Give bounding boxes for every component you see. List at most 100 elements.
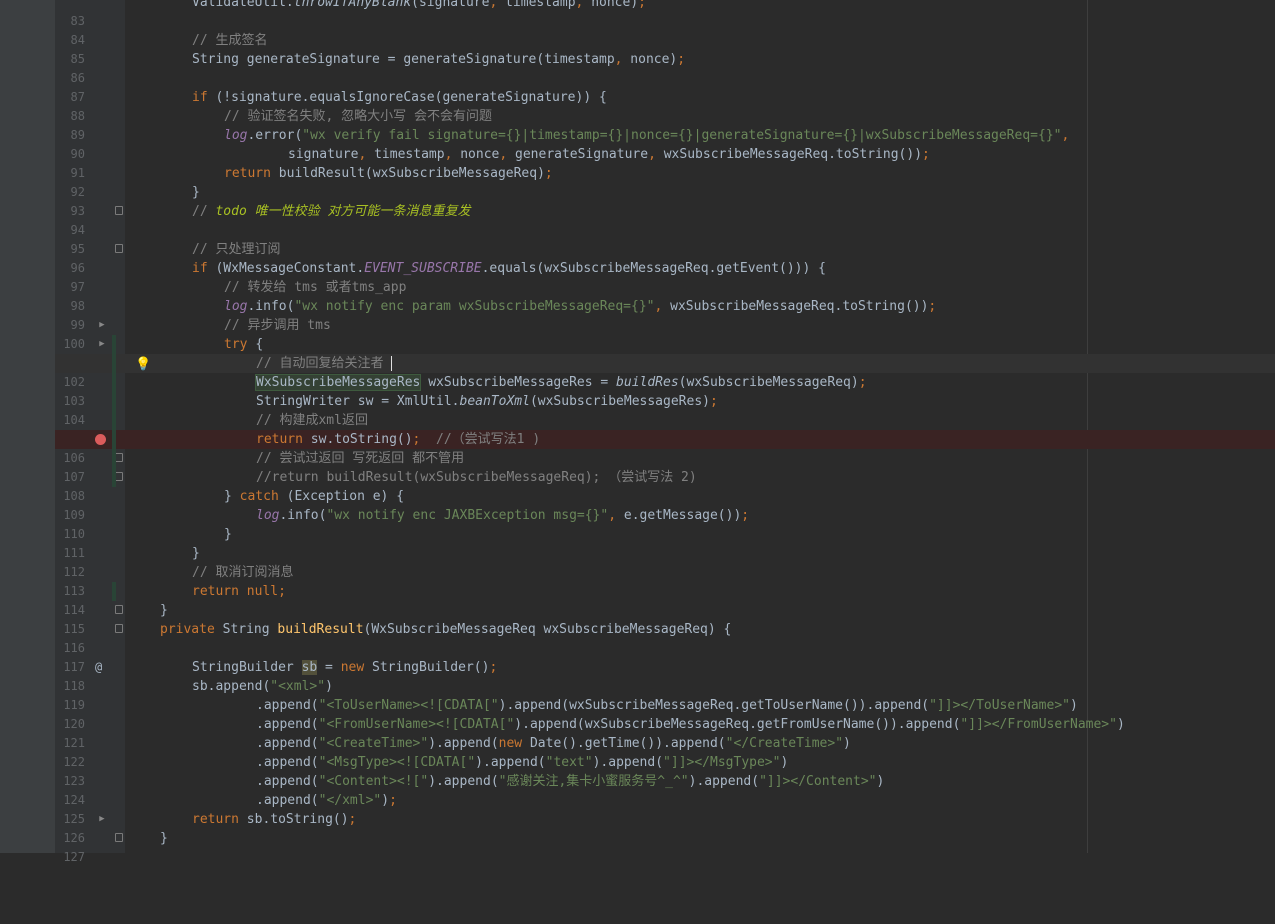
code-text[interactable]: // 只处理订阅: [160, 240, 280, 259]
change-marker[interactable]: [112, 373, 116, 392]
code-text[interactable]: sb.append("<xml>"): [160, 677, 333, 696]
fold-marker-icon[interactable]: [115, 472, 123, 481]
code-line[interactable]: 110 log.info("wx notify enc JAXBExceptio…: [55, 506, 1275, 541]
code-line[interactable]: 96 // 只处理订阅: [55, 240, 1275, 275]
change-marker[interactable]: [112, 449, 116, 468]
code-line[interactable]: 119 sb.append("<xml>"): [55, 677, 1275, 712]
code-text[interactable]: log.error("wx verify fail signature={}|t…: [160, 126, 1069, 145]
code-text[interactable]: ValidateUtil.throwIfAnyBlank(signature, …: [160, 0, 646, 12]
code-text[interactable]: }: [160, 183, 200, 202]
code-text[interactable]: StringWriter sw = XmlUtil.beanToXml(wxSu…: [160, 392, 718, 411]
fold-marker-icon[interactable]: [115, 206, 123, 215]
change-marker[interactable]: [112, 468, 116, 487]
code-line[interactable]: 90 log.error("wx verify fail signature={…: [55, 126, 1275, 161]
code-line[interactable]: 87: [55, 69, 1275, 104]
code-line[interactable]: 127 }: [55, 829, 1275, 864]
code-text[interactable]: .append("<CreateTime>").append(new Date(…: [160, 734, 851, 753]
code-text[interactable]: return buildResult(wxSubscribeMessageReq…: [160, 164, 553, 183]
code-line[interactable]: 120 .append("<ToUserName><![CDATA[").app…: [55, 696, 1275, 731]
code-text[interactable]: // 转发给 tms 或者tms_app: [160, 278, 406, 297]
code-line[interactable]: 116 @ private String buildResult(WxSubsc…: [55, 620, 1275, 674]
code-lines[interactable]: 83 ValidateUtil.throwIfAnyBlank(signatur…: [55, 0, 1275, 864]
code-text[interactable]: // 取消订阅消息: [160, 563, 293, 582]
code-line[interactable]: 84: [55, 12, 1275, 47]
change-marker[interactable]: [112, 392, 116, 411]
code-line[interactable]: 123 .append("<MsgType><![CDATA[").append…: [55, 753, 1275, 788]
code-text[interactable]: String generateSignature = generateSigna…: [160, 50, 685, 69]
code-text[interactable]: .append("<ToUserName><![CDATA[").append(…: [160, 696, 1078, 715]
change-marker[interactable]: [112, 582, 116, 601]
code-text[interactable]: } catch (Exception e) {: [160, 487, 404, 506]
code-line[interactable]: 111 }: [55, 525, 1275, 560]
fold-marker-icon[interactable]: [115, 624, 123, 633]
code-text[interactable]: StringBuilder sb = new StringBuilder();: [160, 658, 497, 677]
code-text[interactable]: // 验证签名失败, 忽略大小写 会不会有问题: [160, 107, 492, 126]
code-text[interactable]: signature, timestamp, nonce, generateSig…: [160, 145, 930, 164]
code-line[interactable]: 126 ▶ return sb.toString();: [55, 810, 1275, 845]
code-text[interactable]: private String buildResult(WxSubscribeMe…: [160, 620, 731, 639]
code-line[interactable]: 121 .append("<FromUserName><![CDATA[").a…: [55, 715, 1275, 750]
code-line[interactable]: 91 signature, timestamp, nonce, generate…: [55, 145, 1275, 180]
code-text[interactable]: // 生成签名: [160, 31, 267, 50]
code-text[interactable]: return null;: [160, 582, 286, 601]
code-line[interactable]: 109 } catch (Exception e) {: [55, 487, 1275, 522]
code-text[interactable]: try {: [160, 335, 263, 354]
code-line[interactable]: 122 .append("<CreateTime>").append(new D…: [55, 734, 1275, 769]
code-text[interactable]: return sb.toString();: [160, 810, 356, 829]
play-arrow-icon[interactable]: ▶: [95, 335, 109, 354]
code-line[interactable]: 125 .append("</xml>");: [55, 791, 1275, 826]
play-arrow-icon[interactable]: ▶: [95, 316, 109, 335]
change-marker[interactable]: [112, 430, 116, 449]
code-text[interactable]: // 尝试过返回 写死返回 都不管用: [160, 449, 464, 468]
code-line[interactable]: 113 // 取消订阅消息: [55, 563, 1275, 598]
code-text[interactable]: .append("<Content><![").append("感谢关注,集卡小…: [160, 772, 884, 791]
code-text[interactable]: // 构建成xml返回: [160, 411, 368, 430]
code-line[interactable]: 114 return null;: [55, 582, 1275, 617]
code-line[interactable]: 104 StringWriter sw = XmlUtil.beanToXml(…: [55, 392, 1275, 427]
code-line[interactable]: 93 }: [55, 183, 1275, 218]
fold-marker-icon[interactable]: [115, 833, 123, 842]
code-text[interactable]: log.info("wx notify enc JAXBException ms…: [160, 506, 749, 525]
code-line[interactable]: 88 if (!signature.equalsIgnoreCase(gener…: [55, 88, 1275, 123]
code-line[interactable]: 118 StringBuilder sb = new StringBuilder…: [55, 658, 1275, 693]
code-line-breakpoint[interactable]: 106 return sw.toString(); //（尝试写法1 ): [55, 430, 1275, 465]
play-arrow-icon[interactable]: ▶: [95, 810, 109, 829]
code-line[interactable]: 92 return buildResult(wxSubscribeMessage…: [55, 164, 1275, 199]
code-text[interactable]: return sw.toString(); //（尝试写法1 ): [160, 430, 540, 449]
code-line[interactable]: 100 ▶ // 异步调用 tms: [55, 316, 1275, 351]
code-text[interactable]: log.info("wx notify enc param wxSubscrib…: [160, 297, 936, 316]
breakpoint-icon[interactable]: [95, 434, 106, 445]
code-text[interactable]: }: [160, 829, 168, 848]
code-line[interactable]: 112 }: [55, 544, 1275, 579]
code-text[interactable]: .append("<MsgType><![CDATA[").append("te…: [160, 753, 788, 772]
change-marker[interactable]: [112, 354, 116, 373]
code-line[interactable]: 94 // todo 唯一性校验 对方可能一条消息重复发: [55, 202, 1275, 237]
code-line[interactable]: 107 // 尝试过返回 写死返回 都不管用: [55, 449, 1275, 484]
code-line[interactable]: 124 .append("<Content><![").append("感谢关注…: [55, 772, 1275, 807]
code-line[interactable]: 115 }: [55, 601, 1275, 636]
code-text[interactable]: // todo 唯一性校验 对方可能一条消息重复发: [160, 202, 470, 221]
code-line[interactable]: 83 ValidateUtil.throwIfAnyBlank(signatur…: [55, 0, 1275, 28]
fold-marker-icon[interactable]: [115, 244, 123, 253]
code-text[interactable]: }: [160, 544, 200, 563]
code-line[interactable]: 95: [55, 221, 1275, 256]
code-text[interactable]: }: [160, 525, 232, 544]
code-line[interactable]: 117: [55, 639, 1275, 674]
change-marker[interactable]: [112, 335, 116, 354]
code-line[interactable]: 103 WxSubscribeMessageRes wxSubscribeMes…: [55, 373, 1275, 408]
change-marker[interactable]: [112, 411, 116, 430]
code-line[interactable]: 97 if (WxMessageConstant.EVENT_SUBSCRIBE…: [55, 259, 1275, 294]
code-line[interactable]: 99 log.info("wx notify enc param wxSubsc…: [55, 297, 1275, 332]
code-line-current[interactable]: 102 💡 // 自动回复给关注者: [55, 354, 1275, 389]
code-line[interactable]: 85 // 生成签名: [55, 31, 1275, 66]
code-line[interactable]: 101 ▶ try {: [55, 335, 1275, 370]
code-line[interactable]: 108 //return buildResult(wxSubscribeMess…: [55, 468, 1275, 503]
code-text[interactable]: .append("</xml>");: [160, 791, 397, 810]
code-text[interactable]: .append("<FromUserName><![CDATA[").appen…: [160, 715, 1125, 734]
code-text[interactable]: }: [160, 601, 168, 620]
fold-marker-icon[interactable]: [115, 453, 123, 462]
code-text[interactable]: // 自动回复给关注者: [160, 354, 393, 373]
code-text[interactable]: if (WxMessageConstant.EVENT_SUBSCRIBE.eq…: [160, 259, 826, 278]
code-text[interactable]: WxSubscribeMessageRes wxSubscribeMessage…: [160, 373, 867, 392]
code-text[interactable]: // 异步调用 tms: [160, 316, 331, 335]
